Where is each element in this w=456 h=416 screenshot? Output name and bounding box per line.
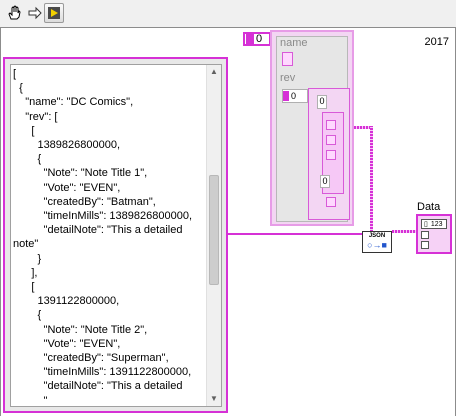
index-value: 0 [256,33,263,45]
json-string-text: [ { "name": "DC Comics", "rev": [ [ 1389… [13,68,193,407]
run-icon[interactable] [44,3,64,23]
inner-element-3[interactable] [326,150,336,160]
json-string-control[interactable]: [ { "name": "DC Comics", "rev": [ [ 1389… [3,57,228,413]
array-index-constant[interactable]: 0 [243,32,271,46]
rev-field-label: rev [280,72,296,84]
version-label: 2017 [424,36,449,48]
data-indicator-label: Data [417,201,441,213]
inner-index[interactable]: 0 [317,95,327,109]
inner-element-4[interactable] [326,197,336,207]
data-element-icon [421,231,429,239]
scroll-down-icon[interactable]: ▼ [209,394,219,404]
data-type-icon: ▯ 123 [421,219,447,229]
toolbar [0,0,456,28]
data-wire [392,230,417,233]
rev-index[interactable]: 0 [282,89,308,103]
arrow-icon[interactable] [25,3,45,23]
cluster-wire-vertical [370,126,373,232]
rev-increment-icon[interactable] [283,91,289,101]
data-element-icon [421,241,429,249]
name-field-label: name [280,37,308,49]
scroll-thumb[interactable] [209,175,219,285]
vertical-scrollbar[interactable]: ▲ ▼ [206,65,221,406]
scroll-up-icon[interactable]: ▲ [209,67,219,77]
json-vi-label: JSON [368,233,386,239]
increment-icon[interactable] [246,34,254,44]
json-arrow-icon: ○→■ [367,240,387,250]
data-indicator[interactable]: ▯ 123 [416,214,452,254]
inner-index-2[interactable]: 0 [320,175,330,188]
hand-icon[interactable] [4,3,24,23]
inner-element-1[interactable] [326,120,336,130]
string-wire [228,233,364,235]
unflatten-from-json-vi[interactable]: JSON ○→■ [362,231,392,253]
string-display[interactable]: [ { "name": "DC Comics", "rev": [ [ 1389… [10,64,222,407]
inner-element-2[interactable] [326,135,336,145]
name-field-box[interactable] [282,52,293,66]
